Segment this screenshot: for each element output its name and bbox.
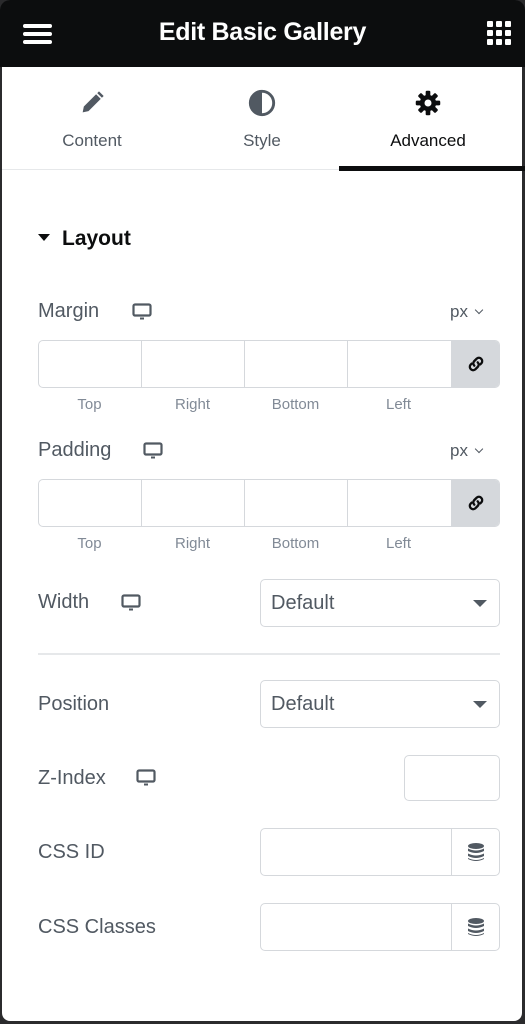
padding-label: Padding — [38, 439, 112, 461]
margin-top-input[interactable] — [39, 341, 142, 387]
grid-icon[interactable] — [487, 21, 512, 46]
margin-left-input[interactable] — [348, 341, 452, 387]
link-icon — [468, 495, 483, 511]
position-label: Position — [38, 693, 110, 715]
margin-dimensions — [38, 340, 500, 388]
section-title: Layout — [62, 227, 131, 250]
desktop-icon[interactable] — [143, 442, 163, 460]
divider — [38, 653, 500, 655]
section-toggle-layout[interactable]: Layout — [38, 227, 131, 251]
unit-value: px — [450, 441, 468, 460]
database-icon — [467, 918, 484, 936]
tab-label: Content — [62, 131, 122, 150]
chevron-down-icon — [474, 444, 484, 454]
margin-bottom-input[interactable] — [245, 341, 348, 387]
margin-right-input[interactable] — [142, 341, 245, 387]
chevron-down-icon — [474, 305, 484, 315]
padding-dimension-labels: Top Right Bottom Left — [38, 535, 450, 552]
css-classes-label: CSS Classes — [38, 916, 156, 938]
margin-unit-select[interactable]: px — [450, 302, 484, 322]
margin-link-button[interactable] — [452, 341, 499, 387]
unit-value: px — [450, 302, 468, 321]
tab-content[interactable]: Content — [7, 67, 177, 170]
pencil-icon — [82, 91, 104, 113]
panel-body: Content Style Advanced Layout Margin px … — [2, 67, 525, 1021]
select-value: Default — [271, 592, 335, 614]
margin-label: Margin — [38, 300, 100, 322]
css-id-input[interactable] — [261, 829, 451, 875]
dim-label-top: Top — [77, 535, 102, 552]
panel-header: Edit Basic Gallery — [0, 0, 525, 67]
padding-right-input[interactable] — [142, 480, 245, 526]
dim-label-right: Right — [174, 535, 211, 552]
css-classes-dynamic-tags-button[interactable] — [451, 904, 499, 950]
width-label: Width — [38, 591, 90, 613]
padding-left-input[interactable] — [348, 480, 452, 526]
desktop-icon[interactable] — [132, 303, 152, 321]
padding-unit-select[interactable]: px — [450, 441, 484, 461]
css-id-label: CSS ID — [38, 841, 105, 863]
dim-label-top: Top — [77, 396, 102, 413]
css-id-field — [260, 828, 500, 876]
desktop-icon[interactable] — [136, 769, 156, 787]
css-classes-field — [260, 903, 500, 951]
position-select[interactable]: Default — [260, 680, 500, 728]
tab-bar: Content Style Advanced — [2, 67, 525, 171]
tab-label: Advanced — [390, 131, 466, 150]
dim-label-bottom: Bottom — [271, 396, 320, 413]
caret-down-icon — [38, 234, 50, 241]
half-circle-icon — [248, 89, 276, 117]
select-value: Default — [271, 693, 335, 715]
database-icon — [467, 843, 484, 861]
link-icon — [468, 356, 483, 372]
active-tab-indicator — [339, 166, 525, 171]
panel-title: Edit Basic Gallery — [158, 18, 367, 46]
desktop-icon[interactable] — [121, 594, 141, 612]
padding-dimensions — [38, 479, 500, 527]
css-id-dynamic-tags-button[interactable] — [451, 829, 499, 875]
dim-label-left: Left — [385, 396, 412, 413]
tab-advanced[interactable]: Advanced — [339, 67, 525, 171]
width-select[interactable]: Default — [260, 579, 500, 627]
margin-dimension-labels: Top Right Bottom Left — [38, 396, 450, 413]
tab-style[interactable]: Style — [177, 67, 347, 170]
caret-down-icon — [473, 600, 487, 607]
dim-label-bottom: Bottom — [271, 535, 320, 552]
gear-icon — [415, 90, 441, 116]
caret-down-icon — [473, 701, 487, 708]
css-classes-input[interactable] — [261, 904, 451, 950]
z-index-label: Z-Index — [38, 767, 106, 789]
z-index-input[interactable] — [404, 755, 500, 801]
dim-label-left: Left — [385, 535, 412, 552]
editor-panel-frame: Edit Basic Gallery Content Style Advance… — [0, 0, 525, 1024]
tab-label: Style — [243, 131, 281, 150]
padding-bottom-input[interactable] — [245, 480, 348, 526]
padding-link-button[interactable] — [452, 480, 499, 526]
padding-top-input[interactable] — [39, 480, 142, 526]
dim-label-right: Right — [174, 396, 211, 413]
